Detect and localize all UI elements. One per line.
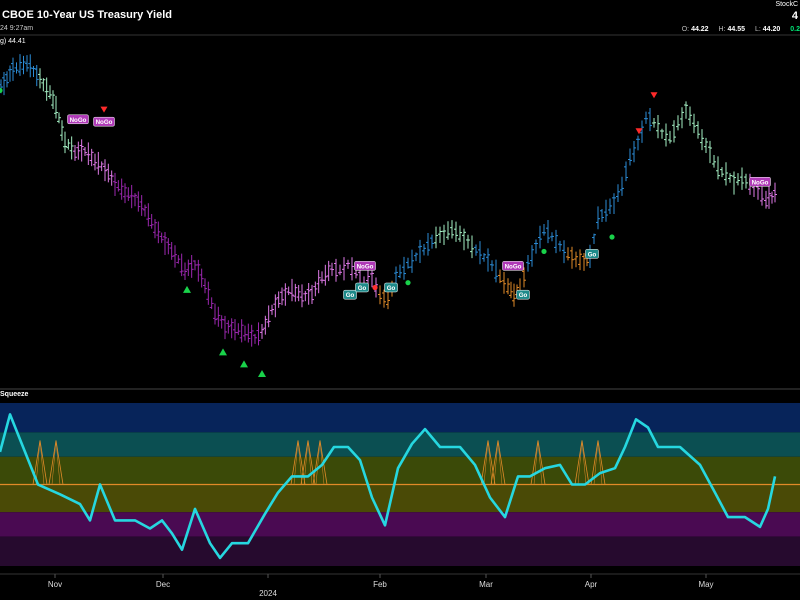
signal-label-text: NoGo <box>505 263 522 270</box>
signal-dot <box>405 280 411 286</box>
down-triangle-marker <box>635 128 643 135</box>
signal-label-text: NoGo <box>96 119 113 126</box>
chart-canvas: NoGo NoGoNoGoGoGo GoNoGoGoGoNoGoNov Dec2024… <box>0 34 800 598</box>
open-value: 44.22 <box>691 26 709 33</box>
oscillator-band <box>0 512 800 537</box>
signal-label-text: Go <box>588 251 597 258</box>
signal-dot <box>609 234 615 240</box>
signal-label-text: Go <box>387 285 396 292</box>
ohlc-readout: O: 44.22 H: 44.55 L: 44.20 0.2 <box>682 26 800 33</box>
signal-label-text: NoGo <box>70 117 87 124</box>
signal-dot <box>372 284 378 291</box>
chart-title: CBOE 10-Year US Treasury Yield <box>2 9 172 21</box>
oscillator-panel-label: Squeeze <box>0 391 29 398</box>
timestamp: 24 9:27am <box>0 25 34 32</box>
high-label: H: <box>718 26 726 33</box>
up-triangle-marker <box>240 360 248 368</box>
high-value: 44.55 <box>727 26 746 33</box>
brand-label: StockC <box>775 1 798 8</box>
down-triangle-marker <box>100 106 108 113</box>
signal-dot <box>541 248 547 255</box>
signal-label-text: Go <box>346 292 355 299</box>
low-value: 44.20 <box>762 26 781 33</box>
oscillator-band <box>0 536 800 566</box>
down-triangle-marker <box>650 92 658 99</box>
up-triangle-marker <box>219 348 227 356</box>
oscillator-band <box>0 403 800 433</box>
x-tick-label: 2024 <box>259 589 277 598</box>
open-label: O: <box>681 26 690 33</box>
x-tick-label: May <box>698 580 713 589</box>
signal-label-text: Go <box>358 285 367 292</box>
signal-label-text: NoGo <box>357 263 374 270</box>
last-price-big: 4 <box>791 10 798 22</box>
oscillator-band <box>0 456 800 485</box>
up-triangle-marker <box>183 285 191 293</box>
signal-dot <box>0 87 3 94</box>
x-tick-label: Dec <box>156 580 170 589</box>
x-tick-label: Feb <box>373 580 387 589</box>
x-tick-label: Nov <box>48 580 62 589</box>
signal-label-text: Go <box>519 292 528 299</box>
up-triangle-marker <box>258 369 266 377</box>
low-label: L: <box>754 26 761 33</box>
oscillator-band <box>0 484 800 513</box>
oscillator-band <box>0 432 800 457</box>
signal-label-text: NoGo <box>752 179 769 186</box>
change-value: 0.2 <box>790 26 800 33</box>
x-tick-label: Mar <box>479 580 493 589</box>
x-tick-label: Apr <box>585 580 598 589</box>
overlay-label: g) 44.41 <box>0 38 26 45</box>
